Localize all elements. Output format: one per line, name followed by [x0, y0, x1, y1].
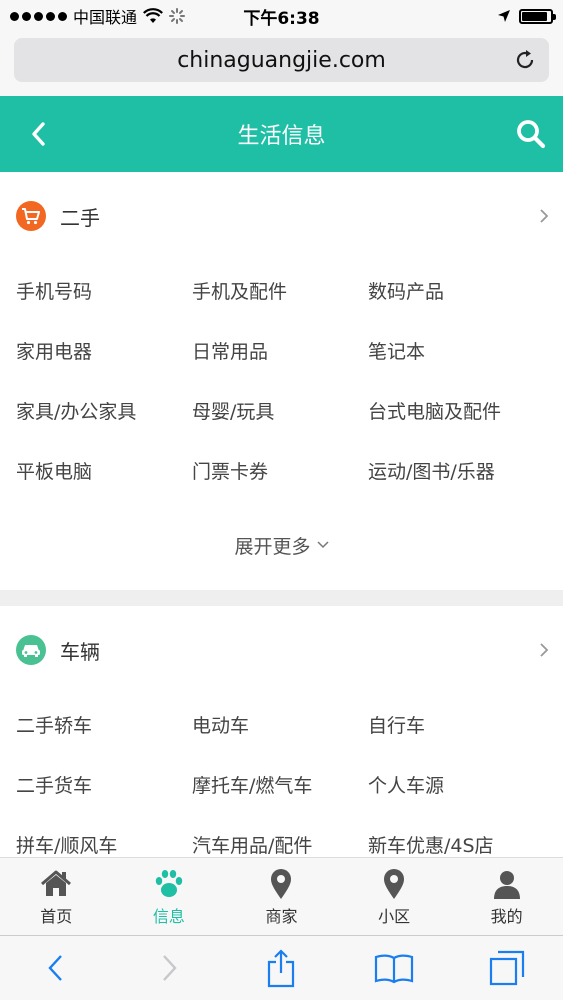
tabs-icon: [489, 950, 524, 986]
browser-back-button[interactable]: [34, 946, 78, 990]
shopping-cart-icon: [16, 201, 46, 231]
category-item[interactable]: 二手轿车: [16, 694, 192, 754]
section-title: 二手: [60, 205, 100, 230]
tab-label: 首页: [40, 906, 73, 926]
category-item[interactable]: 数码产品: [368, 260, 544, 320]
share-icon: [268, 949, 295, 988]
category-item[interactable]: 手机及配件: [192, 260, 368, 320]
tab-label: 我的: [490, 906, 523, 926]
share-button[interactable]: [259, 946, 303, 990]
category-item[interactable]: 二手货车: [16, 754, 192, 814]
category-item[interactable]: 门票卡券: [192, 440, 368, 500]
status-left: 中国联通: [10, 4, 186, 28]
category-item[interactable]: 家用电器: [16, 320, 192, 380]
page-title: 生活信息: [237, 124, 326, 149]
category-item[interactable]: 平板电脑: [16, 440, 192, 500]
section-divider: [0, 590, 563, 606]
wifi-icon: [143, 8, 163, 23]
content-area: 二手 手机号码 手机及配件 数码产品 家用电器 日常用品 笔记本 家具/办公家具…: [0, 172, 563, 857]
category-item[interactable]: 母婴/玩具: [192, 380, 368, 440]
category-item[interactable]: 台式电脑及配件: [368, 380, 544, 440]
section-vehicles: 车辆 二手轿车 电动车 自行车 二手货车 摩托车/燃气车 个人车源 拼车/顺风车…: [0, 606, 563, 857]
tab-label: 信息: [152, 906, 185, 926]
activity-spinner-icon: [169, 8, 186, 24]
section-header[interactable]: 车辆: [0, 606, 563, 694]
status-bar: 中国联通 下午6:38: [0, 0, 563, 32]
bottom-tab-bar: 首页 信息 商家 小区 我的: [0, 857, 563, 935]
category-item[interactable]: 手机号码: [16, 260, 192, 320]
search-icon[interactable]: [515, 118, 547, 150]
address-bar[interactable]: chinaguangjie.com: [14, 38, 549, 82]
status-right: [497, 8, 556, 24]
expand-more-button[interactable]: 展开更多: [0, 500, 563, 590]
chevron-right-icon[interactable]: [539, 208, 549, 224]
carrier-name: 中国联通: [73, 8, 138, 27]
section-header[interactable]: 二手: [0, 172, 563, 260]
category-item[interactable]: 家具/办公家具: [16, 380, 192, 440]
tab-home[interactable]: 首页: [0, 858, 113, 935]
browser-forward-button[interactable]: [147, 946, 191, 990]
browser-toolbar: [0, 935, 563, 1000]
page-header: 生活信息: [0, 96, 563, 172]
chevron-left-icon: [48, 955, 63, 981]
back-arrow-icon[interactable]: [28, 120, 50, 148]
battery-level: [522, 11, 548, 21]
bookmarks-button[interactable]: [372, 946, 416, 990]
browser-address-area: chinaguangjie.com: [0, 32, 563, 96]
tab-mine[interactable]: 我的: [450, 858, 563, 935]
section-second-hand: 二手 手机号码 手机及配件 数码产品 家用电器 日常用品 笔记本 家具/办公家具…: [0, 172, 563, 590]
category-item[interactable]: 汽车用品/配件: [192, 814, 368, 857]
tab-label: 小区: [378, 906, 411, 926]
category-grid: 手机号码 手机及配件 数码产品 家用电器 日常用品 笔记本 家具/办公家具 母婴…: [0, 260, 563, 500]
home-icon: [41, 870, 72, 896]
chevron-right-icon[interactable]: [539, 642, 549, 658]
category-grid: 二手轿车 电动车 自行车 二手货车 摩托车/燃气车 个人车源 拼车/顺风车 汽车…: [0, 694, 563, 857]
category-item[interactable]: 个人车源: [368, 754, 544, 814]
address-url: chinaguangjie.com: [177, 47, 386, 73]
battery-icon: [519, 8, 556, 24]
paw-icon: [155, 869, 183, 897]
section-title: 车辆: [60, 639, 100, 664]
category-item[interactable]: 日常用品: [192, 320, 368, 380]
car-icon: [16, 635, 46, 665]
location-arrow-icon: [498, 10, 510, 22]
signal-strength-icon: [10, 11, 67, 21]
tabs-button[interactable]: [485, 946, 529, 990]
category-item[interactable]: 拼车/顺风车: [16, 814, 192, 857]
category-item[interactable]: 电动车: [192, 694, 368, 754]
tab-label: 商家: [265, 906, 298, 926]
location-pin-icon: [271, 868, 292, 899]
tab-merchants[interactable]: 商家: [225, 858, 338, 935]
tab-community[interactable]: 小区: [338, 858, 451, 935]
book-icon: [374, 954, 414, 984]
category-item[interactable]: 笔记本: [368, 320, 544, 380]
chevron-down-icon: [316, 541, 329, 549]
user-icon: [493, 870, 520, 899]
category-item[interactable]: 自行车: [368, 694, 544, 754]
category-item[interactable]: 摩托车/燃气车: [192, 754, 368, 814]
reload-icon[interactable]: [513, 48, 537, 72]
category-item[interactable]: 新车优惠/4S店: [368, 814, 544, 857]
tab-info[interactable]: 信息: [113, 858, 226, 935]
chevron-right-icon: [163, 955, 177, 981]
location-pin-icon: [384, 868, 405, 899]
expand-more-label: 展开更多: [234, 535, 311, 558]
category-item[interactable]: 运动/图书/乐器: [368, 440, 544, 500]
